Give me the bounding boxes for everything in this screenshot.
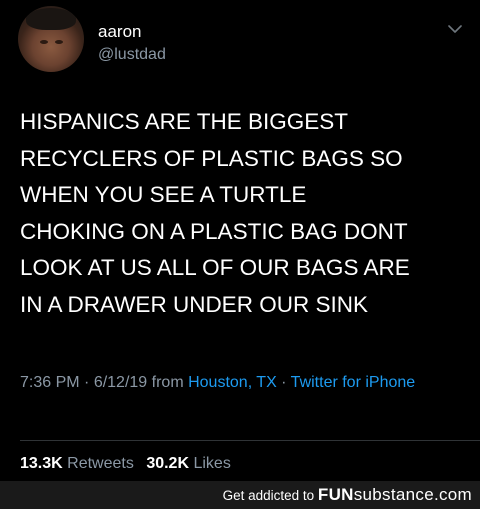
meta-separator: · bbox=[79, 374, 94, 391]
tweet-meta: 7:36 PM · 6/12/19 from Houston, TX · Twi… bbox=[20, 371, 460, 395]
watermark-footer: Get addicted to FUNsubstance.com bbox=[0, 481, 480, 509]
divider bbox=[20, 440, 480, 441]
from-label: from bbox=[147, 374, 189, 391]
watermark-brand-fun: FUN bbox=[317, 485, 354, 504]
meta-separator: · bbox=[276, 374, 291, 391]
retweets-count: 13.3K bbox=[20, 455, 63, 472]
tweet-text-line: WHEN YOU SEE A TURTLE bbox=[20, 182, 307, 207]
tweet-stats: 13.3K Retweets 30.2K Likes bbox=[20, 454, 231, 474]
client-link[interactable]: Twitter for iPhone bbox=[291, 374, 416, 391]
user-info[interactable]: aaron @lustdad bbox=[98, 22, 166, 65]
tweet-text-line: LOOK AT US ALL OF OUR BAGS ARE bbox=[20, 255, 410, 280]
location-link[interactable]: Houston, TX bbox=[188, 374, 277, 391]
tweet-date[interactable]: 6/12/19 bbox=[94, 374, 147, 391]
likes-label: Likes bbox=[193, 455, 231, 472]
tweet-text-line: CHOKING ON A PLASTIC BAG DONT bbox=[20, 218, 408, 244]
likes-count: 30.2K bbox=[146, 455, 190, 472]
retweets-stat[interactable]: 13.3K Retweets bbox=[20, 455, 134, 472]
tweet-text-line: IN A DRAWER UNDER OUR SINK bbox=[20, 291, 368, 317]
retweets-label: Retweets bbox=[67, 455, 134, 472]
display-name[interactable]: aaron bbox=[98, 22, 166, 42]
watermark-brand-com: .com bbox=[433, 485, 472, 504]
tweet-time[interactable]: 7:36 PM bbox=[20, 374, 80, 391]
watermark-brand-substance: substance bbox=[353, 485, 434, 504]
tweet-text-line: HISPANICS ARE THE BIGGEST bbox=[20, 109, 348, 134]
watermark-tagline: Get addicted to bbox=[222, 488, 318, 503]
avatar-eye-left bbox=[40, 40, 48, 44]
tweet-card: aaron @lustdad HISPANICS ARE THE BIGGEST… bbox=[0, 0, 480, 509]
user-handle[interactable]: @lustdad bbox=[98, 45, 166, 65]
likes-stat[interactable]: 30.2K Likes bbox=[146, 455, 231, 472]
avatar[interactable] bbox=[18, 6, 84, 72]
tweet-text: HISPANICS ARE THE BIGGEST RECYCLERS OF P… bbox=[20, 104, 470, 323]
chevron-down-icon[interactable] bbox=[448, 24, 462, 34]
avatar-eye-right bbox=[55, 40, 63, 44]
watermark-text: Get addicted to FUNsubstance.com bbox=[223, 486, 472, 505]
avatar-hair bbox=[26, 8, 76, 30]
tweet-text-line: RECYCLERS OF PLASTIC BAGS SO bbox=[20, 145, 403, 171]
watermark-brand: FUNsubstance.com bbox=[318, 485, 472, 504]
